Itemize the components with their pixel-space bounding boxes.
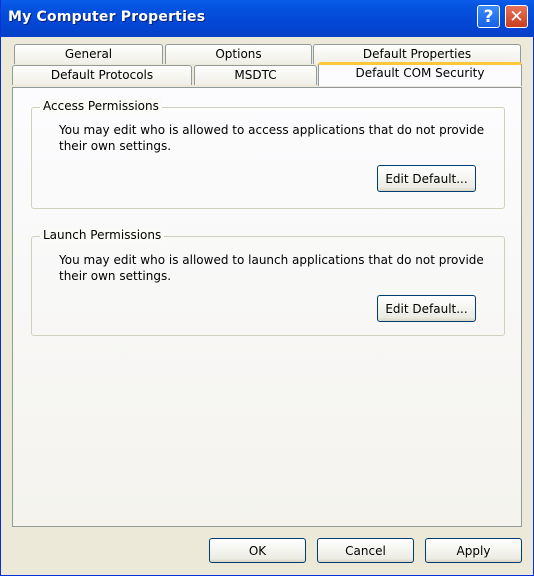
launch-edit-default-button[interactable]: Edit Default... bbox=[377, 295, 476, 322]
access-permissions-title: Access Permissions bbox=[40, 99, 162, 113]
launch-permissions-description: You may edit who is allowed to launch ap… bbox=[59, 253, 484, 283]
properties-dialog: My Computer Properties ? ✕ General Optio… bbox=[0, 0, 534, 576]
launch-permissions-title: Launch Permissions bbox=[40, 228, 165, 242]
tab-options[interactable]: Options bbox=[165, 44, 312, 64]
tab-default-properties[interactable]: Default Properties bbox=[313, 44, 521, 64]
tab-strip: General Options Default Properties Defau… bbox=[12, 44, 523, 92]
access-edit-default-button[interactable]: Edit Default... bbox=[377, 165, 476, 192]
launch-permissions-group: Launch Permissions You may edit who is a… bbox=[31, 228, 505, 336]
tab-default-com-security[interactable]: Default COM Security bbox=[318, 62, 522, 86]
apply-button[interactable]: Apply bbox=[425, 538, 522, 563]
tab-msdtc[interactable]: MSDTC bbox=[194, 65, 317, 85]
tab-general[interactable]: General bbox=[14, 44, 163, 64]
close-button[interactable]: ✕ bbox=[505, 5, 528, 28]
title-bar[interactable]: My Computer Properties ? ✕ bbox=[1, 0, 534, 37]
access-permissions-description: You may edit who is allowed to access ap… bbox=[59, 123, 485, 153]
ok-button[interactable]: OK bbox=[209, 538, 306, 563]
access-permissions-group: Access Permissions You may edit who is a… bbox=[31, 99, 505, 209]
close-icon: ✕ bbox=[509, 6, 524, 27]
cancel-button[interactable]: Cancel bbox=[317, 538, 414, 563]
help-button[interactable]: ? bbox=[477, 5, 500, 28]
help-icon: ? bbox=[483, 6, 494, 27]
window-title: My Computer Properties bbox=[8, 9, 206, 25]
tab-panel: Access Permissions You may edit who is a… bbox=[12, 87, 522, 527]
tab-default-protocols[interactable]: Default Protocols bbox=[12, 65, 192, 85]
